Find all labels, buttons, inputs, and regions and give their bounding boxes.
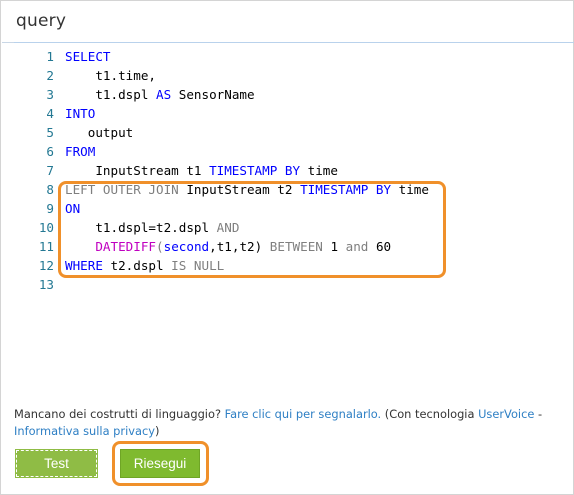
feedback-prefix: Mancano dei costrutti di linguaggio? (14, 407, 225, 421)
code-token: t1.time, (65, 68, 156, 83)
feedback-notice: Mancano dei costrutti di linguaggio? Far… (14, 406, 564, 440)
code-text: output (65, 123, 134, 142)
code-token: FROM (65, 144, 96, 159)
line-number: 7 (46, 163, 54, 178)
query-panel: query 1 SELECT 2 t1.time, 3 t1.dspl AS Sens… (0, 0, 574, 495)
code-token: InputStream t1 (65, 163, 210, 178)
feedback-dash: - (534, 407, 543, 421)
code-token: time (300, 163, 338, 178)
line-number: 10 (38, 220, 54, 235)
panel-title: query (16, 11, 67, 31)
uservoice-link[interactable]: UserVoice (478, 407, 534, 421)
code-text: t1.time, (65, 66, 156, 85)
test-button[interactable]: Test (15, 449, 98, 478)
header-divider (14, 42, 574, 43)
feedback-suffix: ) (154, 424, 160, 438)
code-token: t1.dspl (65, 87, 156, 102)
code-token: TIMESTAMP BY (209, 163, 301, 178)
line-number: 1 (46, 49, 54, 64)
panel-header: query (2, 2, 574, 43)
line-number: 11 (38, 239, 54, 254)
feedback-middle: (Con tecnologia (381, 407, 479, 421)
line-number: 4 (46, 106, 54, 121)
code-text: SELECT (65, 47, 111, 66)
line-number: 6 (46, 144, 54, 159)
code-token: SensorName (171, 87, 255, 102)
code-text: FROM (65, 142, 95, 161)
code-text: t1.dspl AS SensorName (65, 85, 255, 104)
code-token: INTO (65, 106, 96, 121)
privacy-link[interactable]: Informativa sulla privacy (14, 424, 155, 438)
line-number: 2 (46, 68, 54, 83)
line-number: 5 (46, 125, 54, 140)
line-number: 3 (46, 87, 54, 102)
line-number: 13 (38, 277, 54, 292)
line-number: 12 (38, 258, 54, 273)
line-number: 8 (46, 182, 54, 197)
run-button[interactable]: Riesegui (120, 449, 200, 478)
code-token: SELECT (65, 49, 111, 64)
code-text: InputStream t1 TIMESTAMP BY time (65, 161, 338, 180)
join-highlight-box (58, 181, 446, 278)
line-number: 9 (46, 201, 54, 216)
code-token: AS (156, 87, 172, 102)
code-token: output (65, 125, 134, 140)
code-text: INTO (65, 104, 95, 123)
report-link[interactable]: Fare clic qui per segnalarlo. (225, 407, 382, 421)
